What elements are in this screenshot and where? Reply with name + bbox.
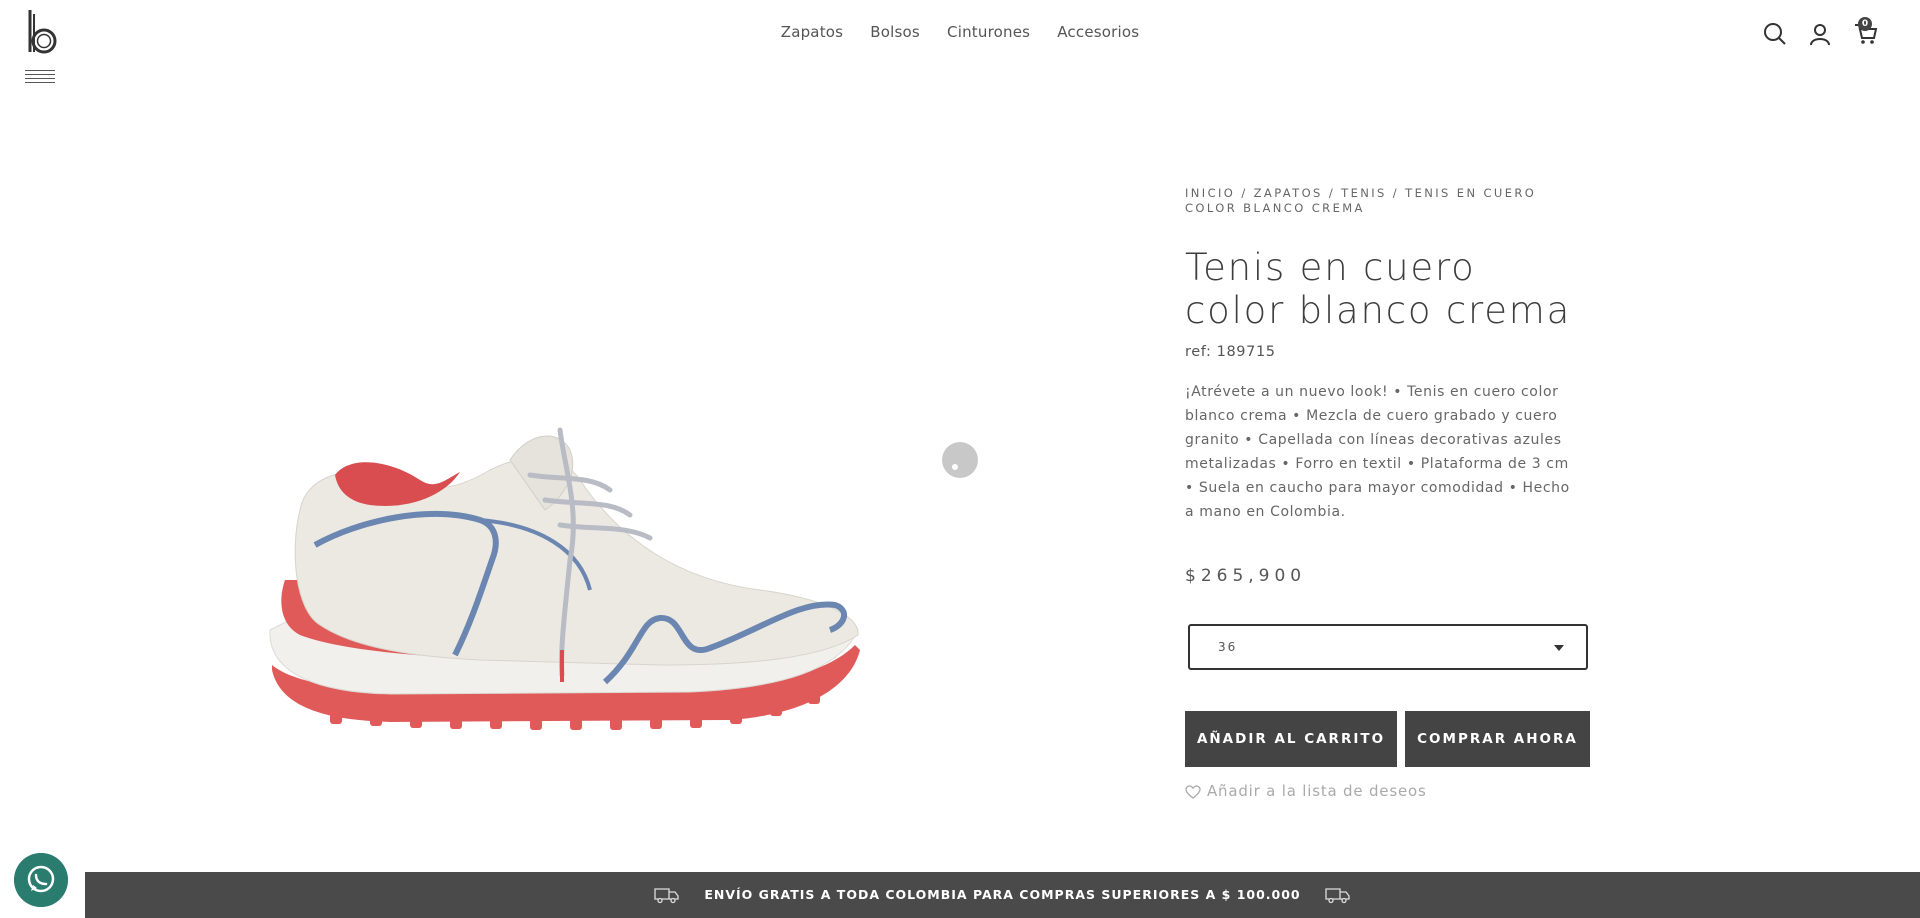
search-icon[interactable] bbox=[1762, 21, 1788, 47]
chevron-down-icon bbox=[1554, 645, 1564, 651]
product-description: ¡Atrévete a un nuevo look! • Tenis en cu… bbox=[1185, 384, 1570, 520]
breadcrumb-sep: / bbox=[1386, 186, 1406, 200]
cart-count-badge: 0 bbox=[1858, 17, 1872, 31]
size-select-value: 36 bbox=[1218, 640, 1238, 654]
gallery-indicator-dot[interactable] bbox=[942, 442, 978, 478]
wishlist-link[interactable]: Añadir a la lista de deseos bbox=[1185, 782, 1427, 800]
buy-now-button[interactable]: COMPRAR AHORA bbox=[1405, 711, 1590, 767]
size-select[interactable]: 36 bbox=[1188, 624, 1588, 670]
product-image bbox=[269, 427, 860, 730]
add-to-cart-button[interactable]: AÑADIR AL CARRITO bbox=[1185, 711, 1397, 767]
breadcrumb: INICIO / ZAPATOS / TENIS / TENIS EN CUER… bbox=[1185, 186, 1565, 216]
product-price: $265,900 bbox=[1185, 566, 1307, 586]
breadcrumb-inicio[interactable]: INICIO bbox=[1185, 186, 1235, 200]
user-icon[interactable] bbox=[1807, 21, 1833, 47]
breadcrumb-zapatos[interactable]: ZAPATOS bbox=[1254, 186, 1323, 200]
truck-icon bbox=[654, 888, 679, 903]
product-ref: ref: 189715 bbox=[1185, 344, 1276, 360]
product-title: Tenis en cuero color blanco crema bbox=[1185, 246, 1572, 332]
wishlist-label: Añadir a la lista de deseos bbox=[1207, 782, 1427, 800]
breadcrumb-tenis[interactable]: TENIS bbox=[1341, 186, 1387, 200]
breadcrumb-sep: / bbox=[1322, 186, 1342, 200]
heart-icon bbox=[1185, 785, 1201, 799]
free-shipping-bar: ENVÍO GRATIS A TODA COLOMBIA PARA COMPRA… bbox=[85, 872, 1920, 918]
header-icons bbox=[0, 18, 1920, 48]
hamburger-menu-icon[interactable] bbox=[25, 70, 55, 84]
breadcrumb-sep: / bbox=[1235, 186, 1254, 200]
shipping-text: ENVÍO GRATIS A TODA COLOMBIA PARA COMPRA… bbox=[704, 887, 1301, 902]
truck-icon bbox=[1325, 888, 1350, 903]
whatsapp-icon[interactable] bbox=[14, 853, 68, 907]
